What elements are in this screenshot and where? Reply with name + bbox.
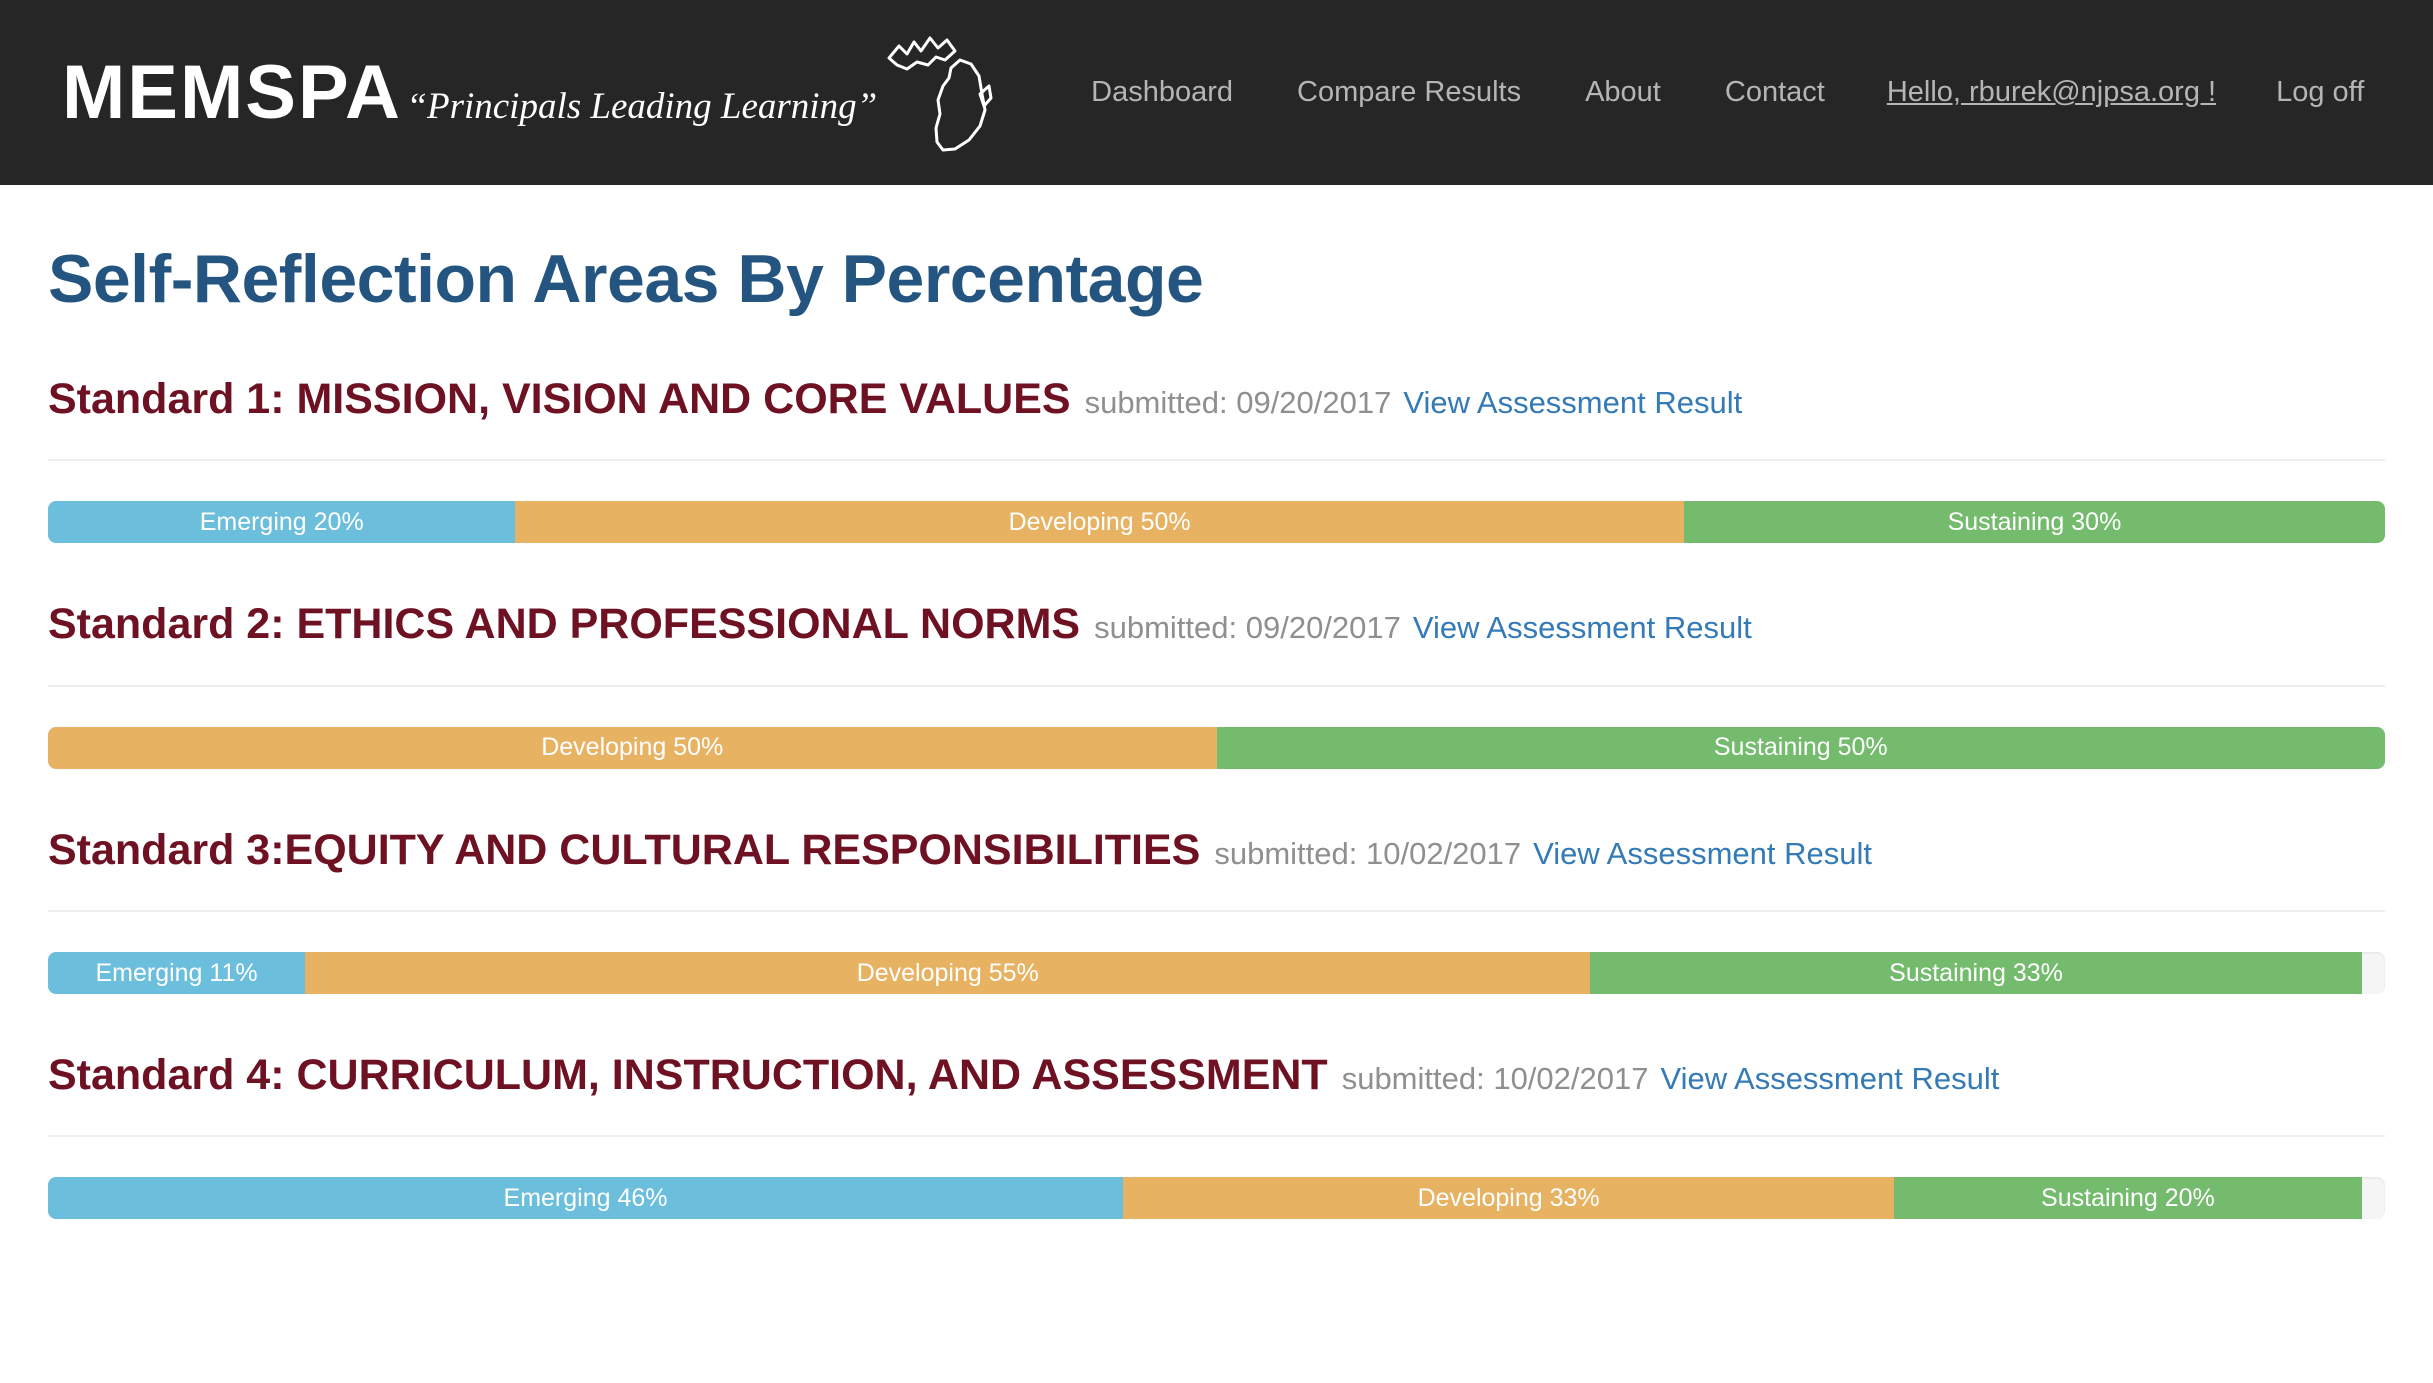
michigan-state-outline-icon — [881, 24, 1001, 164]
standard-submitted-date: submitted: 10/02/2017 — [1341, 1061, 1649, 1097]
user-nav-section: Hello, rburek@njpsa.org ! Log off — [1857, 66, 2394, 119]
page-content: Self-Reflection Areas By Percentage Stan… — [0, 240, 2433, 1220]
progress-segment-emerging: Emerging 46% — [48, 1177, 1124, 1220]
progress-segment-sustaining: Sustaining 50% — [1216, 726, 2385, 769]
standard-block: Standard 3:EQUITY AND CULTURAL RESPONSIB… — [48, 825, 2385, 995]
section-divider — [48, 459, 2385, 462]
progress-section: Developing 50% Sustaining 50% — [48, 684, 2385, 769]
progress-section: Emerging 46% Developing 33% Sustaining 20% — [48, 1135, 2385, 1220]
progress-section: Emerging 20% Developing 50% Sustaining 30% — [48, 459, 2385, 544]
log-off-link[interactable]: Log off — [2246, 66, 2394, 119]
standard-submitted-date: submitted: 10/02/2017 — [1214, 835, 1522, 871]
progress-segment-developing: Developing 33% — [1123, 1177, 1895, 1220]
section-divider — [48, 684, 2385, 687]
stacked-progress-bar: Emerging 20% Developing 50% Sustaining 30% — [48, 501, 2385, 544]
standard-title: Standard 1: MISSION, VISION AND CORE VAL… — [48, 375, 1071, 424]
progress-segment-developing: Developing 50% — [515, 501, 1684, 544]
progress-segment-emerging: Emerging 11% — [48, 952, 306, 995]
brand-tagline: “Principals Leading Learning” — [406, 85, 878, 127]
nav-item-compare-results[interactable]: Compare Results — [1265, 66, 1553, 119]
brand-logo-text: MEMSPA “Principals Leading Learning” — [62, 54, 878, 130]
standard-header: Standard 1: MISSION, VISION AND CORE VAL… — [48, 375, 2385, 424]
section-divider — [48, 1135, 2385, 1138]
progress-segment-developing: Developing 55% — [305, 952, 1591, 995]
brand-logo-link[interactable]: MEMSPA “Principals Leading Learning” — [62, 22, 1001, 164]
view-assessment-result-link[interactable]: View Assessment Result — [1413, 610, 1752, 646]
standard-header: Standard 4: CURRICULUM, INSTRUCTION, AND… — [48, 1051, 2385, 1100]
standard-block: Standard 4: CURRICULUM, INSTRUCTION, AND… — [48, 1051, 2385, 1220]
standards-list: Standard 1: MISSION, VISION AND CORE VAL… — [48, 375, 2385, 1220]
standard-submitted-date: submitted: 09/20/2017 — [1084, 385, 1392, 421]
stacked-progress-bar: Emerging 46% Developing 33% Sustaining 20% — [48, 1177, 2385, 1220]
view-assessment-result-link[interactable]: View Assessment Result — [1403, 385, 1742, 421]
top-navigation-bar: MEMSPA “Principals Leading Learning” Das… — [0, 0, 2433, 185]
progress-segment-sustaining: Sustaining 20% — [1894, 1177, 2362, 1220]
standard-title: Standard 4: CURRICULUM, INSTRUCTION, AND… — [48, 1051, 1328, 1100]
view-assessment-result-link[interactable]: View Assessment Result — [1533, 836, 1872, 872]
stacked-progress-bar: Developing 50% Sustaining 50% — [48, 726, 2385, 769]
progress-segment-sustaining: Sustaining 30% — [1683, 501, 2385, 544]
user-greeting-link[interactable]: Hello, rburek@njpsa.org ! — [1857, 66, 2246, 119]
primary-nav-links: Dashboard Compare Results About Contact — [1059, 66, 1857, 119]
stacked-progress-bar: Emerging 11% Developing 55% Sustaining 33% — [48, 952, 2385, 995]
standard-submitted-date: submitted: 09/20/2017 — [1094, 610, 1401, 646]
view-assessment-result-link[interactable]: View Assessment Result — [1660, 1061, 1999, 1097]
nav-item-contact[interactable]: Contact — [1693, 66, 1857, 119]
standard-block: Standard 2: ETHICS AND PROFESSIONAL NORM… — [48, 600, 2385, 769]
standard-title: Standard 2: ETHICS AND PROFESSIONAL NORM… — [48, 600, 1081, 649]
standard-header: Standard 3:EQUITY AND CULTURAL RESPONSIB… — [48, 825, 2385, 874]
progress-section: Emerging 11% Developing 55% Sustaining 33% — [48, 910, 2385, 995]
section-divider — [48, 910, 2385, 913]
progress-segment-developing: Developing 50% — [48, 726, 1217, 769]
standard-title: Standard 3:EQUITY AND CULTURAL RESPONSIB… — [48, 825, 1201, 874]
nav-item-dashboard[interactable]: Dashboard — [1059, 66, 1265, 119]
nav-item-about[interactable]: About — [1553, 66, 1693, 119]
standard-block: Standard 1: MISSION, VISION AND CORE VAL… — [48, 375, 2385, 544]
brand-name: MEMSPA — [62, 49, 402, 135]
progress-segment-emerging: Emerging 20% — [48, 501, 516, 544]
standard-header: Standard 2: ETHICS AND PROFESSIONAL NORM… — [48, 600, 2385, 649]
page-title: Self-Reflection Areas By Percentage — [48, 241, 1204, 317]
progress-segment-sustaining: Sustaining 33% — [1590, 952, 2362, 995]
